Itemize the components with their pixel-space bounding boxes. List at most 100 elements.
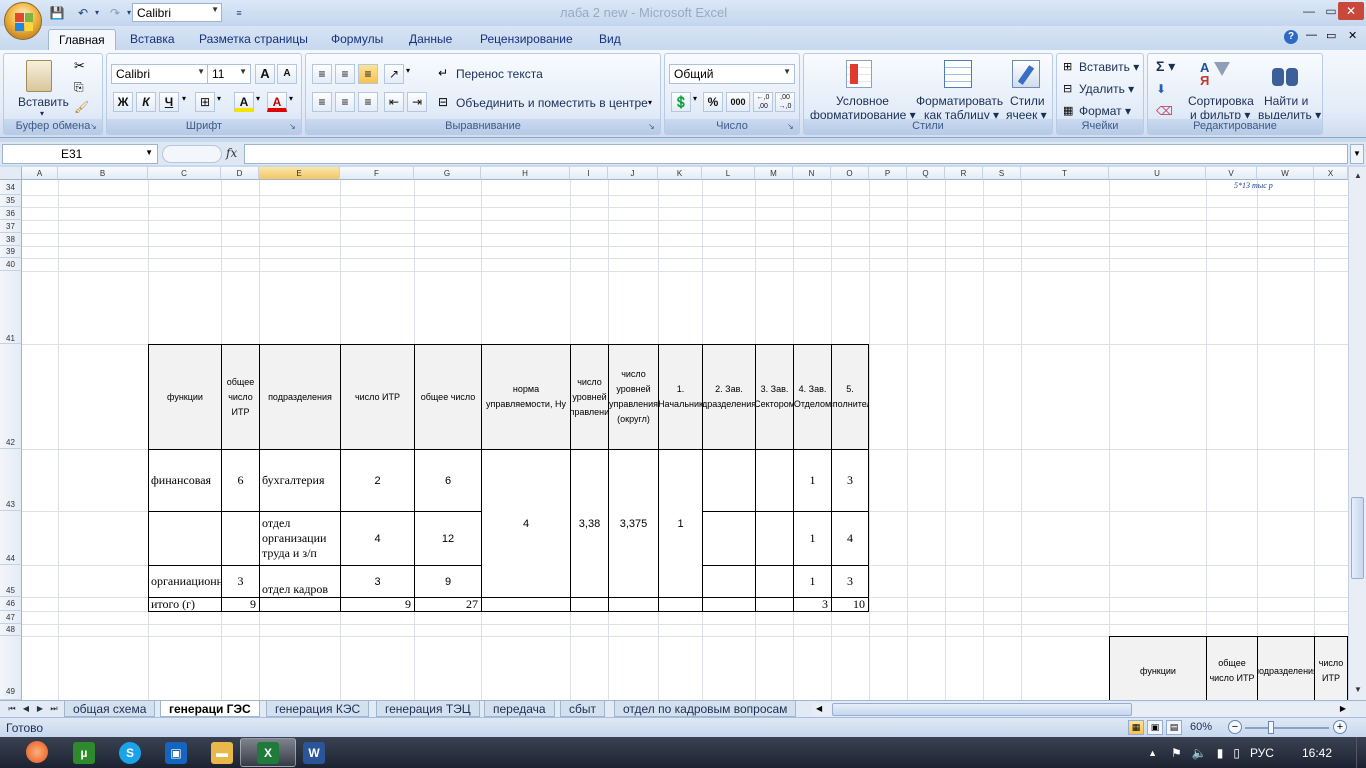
dialog-launcher-icon[interactable]: ↘ [289, 122, 299, 132]
header-section-heads[interactable]: 4. Зав. Отделом [793, 344, 832, 450]
worksheet-grid[interactable]: A B C D E F G H I J K L M N O P Q R S T … [0, 167, 1366, 700]
office-button[interactable] [4, 2, 42, 40]
cell-norm-merged[interactable]: 4 [481, 449, 571, 598]
row-header[interactable]: 40 [0, 258, 22, 271]
cell-total-itr[interactable]: 6 [221, 449, 260, 512]
totals-levels-rounded[interactable] [608, 597, 659, 612]
col-header-v[interactable]: V [1206, 167, 1257, 180]
cell-total-itr[interactable]: 3 [221, 565, 260, 598]
cell-executors[interactable]: 3 [831, 565, 869, 598]
font-color-button[interactable]: A [267, 92, 287, 112]
tab-insert[interactable]: Вставка [120, 29, 185, 50]
page-layout-view-icon[interactable]: ▣ [1147, 720, 1163, 735]
underline-dropdown-icon[interactable]: ▾ [182, 94, 186, 103]
totals-itr[interactable]: 9 [340, 597, 415, 612]
row-header[interactable]: 35 [0, 195, 22, 207]
col-header-u[interactable]: U [1109, 167, 1206, 180]
header-functions[interactable]: функции [148, 344, 222, 450]
paste-dropdown-icon[interactable]: ▾ [40, 109, 44, 118]
insert-function-button[interactable]: fx [226, 146, 237, 160]
cell-chief-merged[interactable]: 1 [658, 449, 703, 598]
totals-levels[interactable] [570, 597, 609, 612]
sort-filter-icon[interactable]: A Я [1200, 60, 1230, 88]
totals-sector-heads[interactable] [755, 597, 794, 612]
cell-total[interactable]: 6 [414, 449, 482, 512]
taskbar-app[interactable]: W [286, 738, 342, 767]
next-sheet-icon[interactable]: ▶ [34, 703, 46, 715]
font-color-dropdown-icon[interactable]: ▾ [289, 94, 293, 103]
cell-itr[interactable]: 2 [340, 449, 415, 512]
select-all-corner[interactable] [0, 167, 22, 180]
zoom-out-icon[interactable]: − [1228, 720, 1242, 734]
fill-dropdown-icon[interactable]: ▾ [256, 94, 260, 103]
qat-font-combo[interactable]: Calibri ▼ [132, 3, 222, 22]
increase-indent-icon[interactable]: ⇥ [407, 92, 427, 112]
header-total-count[interactable]: общее число [414, 344, 482, 450]
row-header[interactable]: 36 [0, 207, 22, 220]
col-header-m[interactable]: M [755, 167, 793, 180]
workbook-close-icon[interactable]: ✕ [1348, 29, 1357, 42]
align-middle-icon[interactable]: ≡ [335, 64, 355, 84]
cell-department[interactable]: отдел кадров [259, 565, 341, 598]
format-painter-icon[interactable]: 🖌 [74, 100, 89, 114]
cell-executors[interactable]: 4 [831, 511, 869, 566]
page-break-view-icon[interactable]: ▤ [1166, 720, 1182, 735]
expand-formula-bar-icon[interactable]: ▼ [1350, 144, 1364, 164]
cell-styles-icon[interactable] [1012, 60, 1040, 88]
cell-section-heads[interactable]: 1 [793, 565, 832, 598]
find-select-icon[interactable] [1272, 62, 1300, 88]
header-total-itr[interactable]: общее число ИТР [221, 344, 260, 450]
col-header-w[interactable]: W [1257, 167, 1314, 180]
header-departments[interactable]: подразделения [259, 344, 341, 450]
col-header-s[interactable]: S [983, 167, 1021, 180]
cell-itr[interactable]: 3 [340, 565, 415, 598]
zoom-slider-thumb[interactable] [1268, 721, 1274, 734]
prev-sheet-icon[interactable]: ◀ [20, 703, 32, 715]
row-header[interactable]: 47 [0, 611, 22, 624]
cell-total-itr[interactable] [221, 511, 260, 566]
conditional-formatting-icon[interactable] [846, 60, 872, 88]
delete-cells-button[interactable]: Удалить ▾ [1079, 82, 1134, 96]
totals-dept-heads[interactable] [702, 597, 756, 612]
totals-department[interactable] [259, 597, 341, 612]
cell-section-heads[interactable]: 1 [793, 449, 832, 512]
shrink-font-button[interactable]: A [277, 64, 297, 84]
battery-icon[interactable]: ▯ [1233, 746, 1240, 760]
col-header-c[interactable]: C [148, 167, 221, 180]
orientation-icon[interactable]: ↗ [384, 64, 404, 84]
scroll-up-icon[interactable]: ▲ [1351, 169, 1365, 183]
row-header[interactable]: 48 [0, 624, 22, 636]
sort-filter-label-1[interactable]: Сортировка [1188, 94, 1254, 108]
ribbon-minimize-icon[interactable]: — [1306, 29, 1317, 41]
clear-icon[interactable]: ⌫ [1156, 104, 1173, 118]
clock[interactable]: 16:42 [1302, 746, 1332, 760]
header-chief[interactable]: 1. Начальник [658, 344, 703, 450]
second-header-functions[interactable]: функции [1109, 636, 1207, 700]
align-top-icon[interactable]: ≡ [312, 64, 332, 84]
align-right-icon[interactable]: ≡ [358, 92, 378, 112]
second-header-departments[interactable]: подразделения [1257, 636, 1315, 700]
formula-input[interactable] [244, 144, 1348, 164]
decrease-indent-icon[interactable]: ⇤ [384, 92, 404, 112]
vertical-scrollbar[interactable]: ▲ ▼ [1348, 167, 1366, 700]
totals-section-heads[interactable]: 3 [793, 597, 832, 612]
network-icon[interactable]: ▮ [1217, 746, 1224, 760]
find-select-label-1[interactable]: Найти и [1264, 94, 1308, 108]
customize-qat-icon[interactable]: ≡ [230, 4, 248, 22]
ribbon-restore-icon[interactable]: ▭ [1326, 29, 1336, 42]
cell-styles-label-1[interactable]: Стили [1010, 94, 1045, 108]
volume-icon[interactable]: 🔈 [1192, 746, 1207, 760]
sheet-tab-hr[interactable]: отдел по кадровым вопросам [614, 701, 797, 717]
col-header-b[interactable]: B [58, 167, 148, 180]
currency-dropdown-icon[interactable]: ▾ [693, 94, 697, 103]
horizontal-scroll-thumb[interactable] [832, 703, 1132, 716]
percent-button[interactable]: % [703, 92, 723, 112]
increase-decimal-button[interactable]: ←,0 ,00 [753, 92, 773, 112]
paste-icon[interactable] [26, 60, 52, 92]
format-cells-button[interactable]: Формат ▾ [1079, 104, 1131, 118]
cell-levels-rounded-merged[interactable]: 3,375 [608, 449, 659, 598]
col-header-l[interactable]: L [702, 167, 755, 180]
scroll-right-icon[interactable]: ▶ [1340, 704, 1346, 713]
borders-dropdown-icon[interactable]: ▾ [217, 94, 221, 103]
col-header-q[interactable]: Q [907, 167, 945, 180]
